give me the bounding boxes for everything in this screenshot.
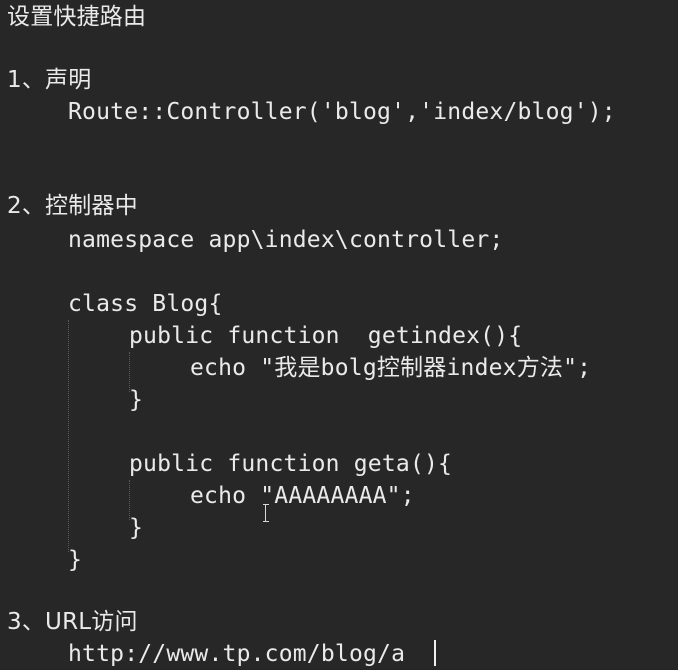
code-url: http://www.tp.com/blog/a (68, 641, 406, 667)
code-method2-close: } (129, 515, 144, 541)
text-caret (434, 640, 436, 666)
section-heading-controller: 2、控制器中 (7, 193, 138, 219)
section-heading-declare: 1、声明 (7, 67, 92, 93)
code-method1-close: } (129, 387, 144, 413)
doc-title: 设置快捷路由 (7, 4, 147, 30)
code-method1-signature: public function getindex(){ (129, 323, 523, 349)
code-method2-body: echo "AAAAAAAA"; (190, 483, 415, 509)
code-method1-body: echo "我是bolg控制器index方法"; (190, 355, 592, 381)
code-namespace: namespace app\index\controller; (68, 227, 504, 253)
text-editor[interactable]: 设置快捷路由 1、声明 Route::Controller('blog','in… (0, 0, 678, 668)
section-heading-url: 3、URL访问 (7, 609, 138, 635)
code-class-open: class Blog{ (68, 291, 223, 317)
mouse-ibeam-cursor-icon (263, 504, 269, 522)
code-route-declaration: Route::Controller('blog','index/blog'); (68, 99, 616, 125)
indent-guide (68, 320, 69, 552)
code-class-close: } (68, 547, 83, 573)
code-method2-signature: public function geta(){ (129, 451, 453, 477)
